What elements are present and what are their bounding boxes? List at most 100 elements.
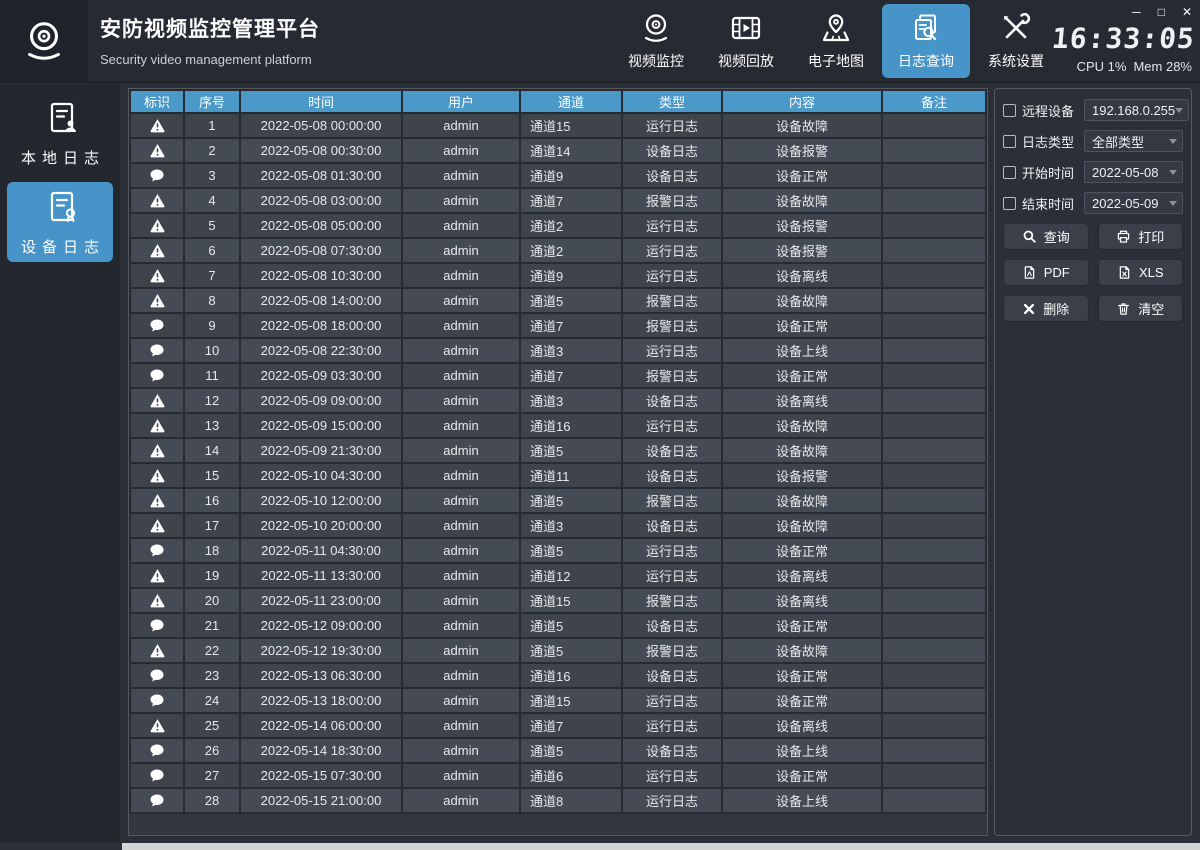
cell-remark (883, 289, 985, 312)
log-mark-icon (131, 489, 183, 512)
log-mark-icon (131, 689, 183, 712)
cell-user: admin (403, 514, 519, 537)
clear-button[interactable]: 清空 (1098, 295, 1184, 322)
cell-time: 2022-05-11 04:30:00 (241, 539, 401, 562)
cell-seq: 13 (185, 414, 239, 437)
cell-channel: 通道3 (521, 514, 621, 537)
column-header[interactable]: 通道 (521, 91, 621, 112)
sidebar-item-local-log[interactable]: 本地日志 (7, 93, 113, 173)
close-button[interactable]: ✕ (1182, 6, 1192, 18)
cell-time: 2022-05-08 07:30:00 (241, 239, 401, 262)
cell-type: 报警日志 (623, 639, 721, 662)
pdf-button[interactable]: PDF (1003, 259, 1089, 286)
minimize-button[interactable]: ─ (1132, 6, 1141, 18)
chevron-down-icon (1169, 139, 1177, 148)
log-mark-icon (131, 739, 183, 762)
cell-content: 设备上线 (723, 739, 881, 762)
column-header[interactable]: 标识 (131, 91, 183, 112)
cell-seq: 23 (185, 664, 239, 687)
column-header[interactable]: 序号 (185, 91, 239, 112)
remote-device-checkbox[interactable] (1003, 104, 1016, 117)
button-label: 打印 (1138, 227, 1164, 246)
log-mark-icon (131, 389, 183, 412)
trash-icon (1116, 301, 1131, 316)
end-time-select[interactable]: 2022-05-09 (1084, 192, 1183, 214)
cell-remark (883, 139, 985, 162)
nav-label: 视频回放 (718, 51, 774, 71)
nav-item-log-query[interactable]: 日志查询 (882, 4, 970, 78)
cell-user: admin (403, 789, 519, 812)
end-time-checkbox[interactable] (1003, 197, 1016, 210)
comment-icon (148, 342, 166, 359)
cell-channel: 通道7 (521, 314, 621, 337)
nav-item-settings[interactable]: 系统设置 (972, 4, 1060, 78)
select-value: 2022-05-08 (1092, 165, 1159, 180)
cell-channel: 通道16 (521, 664, 621, 687)
column-header[interactable]: 内容 (723, 91, 881, 112)
start-time-select[interactable]: 2022-05-08 (1084, 161, 1183, 183)
nav-item-emap[interactable]: 电子地图 (792, 4, 880, 78)
cell-content: 设备上线 (723, 789, 881, 812)
log-mark-icon (131, 614, 183, 637)
warning-icon (148, 242, 167, 259)
cell-seq: 5 (185, 214, 239, 237)
query-button[interactable]: 查询 (1003, 223, 1089, 250)
print-button[interactable]: 打印 (1098, 223, 1184, 250)
cell-seq: 17 (185, 514, 239, 537)
horizontal-scrollbar[interactable] (122, 843, 1200, 850)
xls-button[interactable]: XLS (1098, 259, 1184, 286)
filter-label: 远程设备 (1022, 101, 1078, 120)
cell-channel: 通道5 (521, 489, 621, 512)
log-mark-icon (131, 289, 183, 312)
column-header[interactable]: 备注 (883, 91, 985, 112)
cell-content: 设备故障 (723, 414, 881, 437)
comment-icon (148, 792, 166, 809)
sidebar-item-device-log[interactable]: 设备日志 (7, 182, 113, 262)
cell-content: 设备正常 (723, 314, 881, 337)
chevron-down-icon (1175, 108, 1183, 117)
cell-remark (883, 414, 985, 437)
delete-button[interactable]: 删除 (1003, 295, 1089, 322)
nav-item-video-monitor[interactable]: 视频监控 (612, 4, 700, 78)
cell-channel: 通道8 (521, 789, 621, 812)
cell-remark (883, 539, 985, 562)
log-mark-icon (131, 189, 183, 212)
cell-time: 2022-05-09 15:00:00 (241, 414, 401, 437)
warning-icon (148, 567, 167, 584)
log-mark-icon (131, 789, 183, 812)
cell-time: 2022-05-08 01:30:00 (241, 164, 401, 187)
cell-type: 报警日志 (623, 314, 721, 337)
comment-icon (148, 742, 166, 759)
button-label: XLS (1139, 265, 1164, 280)
cell-seq: 3 (185, 164, 239, 187)
remote-device-select[interactable]: 192.168.0.255 (1084, 99, 1189, 121)
button-label: 删除 (1043, 299, 1069, 318)
webcam-logo-icon (21, 18, 67, 64)
cell-time: 2022-05-10 04:30:00 (241, 464, 401, 487)
log-type-checkbox[interactable] (1003, 135, 1016, 148)
cell-time: 2022-05-12 09:00:00 (241, 614, 401, 637)
column-header[interactable]: 用户 (403, 91, 519, 112)
cell-channel: 通道5 (521, 614, 621, 637)
nav-item-video-playback[interactable]: 视频回放 (702, 4, 790, 78)
column-header[interactable]: 时间 (241, 91, 401, 112)
cell-seq: 11 (185, 364, 239, 387)
filter-label: 结束时间 (1022, 194, 1078, 213)
cell-channel: 通道6 (521, 764, 621, 787)
chevron-down-icon (1169, 170, 1177, 179)
nav-label: 视频监控 (628, 51, 684, 71)
maximize-button[interactable]: □ (1158, 6, 1165, 18)
column-header[interactable]: 类型 (623, 91, 721, 112)
cell-user: admin (403, 264, 519, 287)
cell-content: 设备故障 (723, 639, 881, 662)
start-time-checkbox[interactable] (1003, 166, 1016, 179)
log-type-select[interactable]: 全部类型 (1084, 130, 1183, 152)
cell-remark (883, 764, 985, 787)
comment-icon (148, 542, 166, 559)
cell-remark (883, 514, 985, 537)
cell-user: admin (403, 589, 519, 612)
cell-user: admin (403, 539, 519, 562)
cell-type: 运行日志 (623, 414, 721, 437)
cell-type: 运行日志 (623, 239, 721, 262)
log-mark-icon (131, 514, 183, 537)
